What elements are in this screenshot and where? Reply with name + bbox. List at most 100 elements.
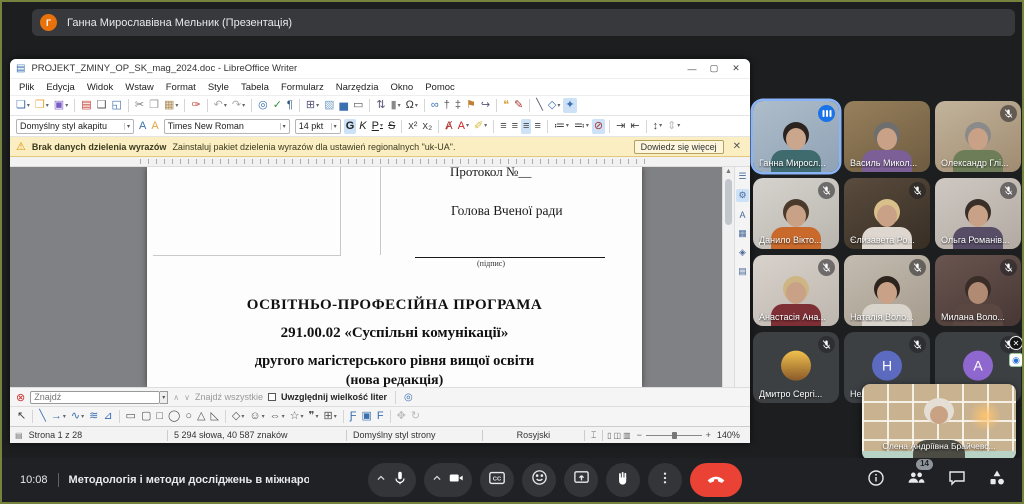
menu-plik[interactable]: Plik (14, 81, 39, 94)
zoom-out-icon[interactable]: − (637, 430, 642, 440)
line-spacing-icon[interactable]: ↕▾ (651, 119, 665, 134)
window-titlebar[interactable]: ▤ PROJEKT_ZMINY_OP_SK_mag_2024.doc - Lib… (10, 59, 750, 79)
camera-button[interactable] (424, 463, 472, 497)
save-icon[interactable]: ▣▾ (52, 98, 70, 113)
ellipse-icon[interactable]: ◯ (166, 409, 182, 424)
minimize-button[interactable]: — (684, 64, 700, 74)
navigator-deck-icon[interactable]: ◈ (736, 246, 749, 259)
subscript-icon[interactable]: x₂ (420, 119, 434, 134)
circle-icon[interactable]: ○ (183, 409, 194, 424)
frame-icon[interactable]: F (375, 409, 386, 424)
gallery-deck-icon[interactable]: ▦ (736, 227, 749, 240)
menu-widok[interactable]: Widok (82, 81, 118, 94)
participant-tile[interactable]: Олександр Глі... (935, 101, 1021, 172)
decrease-indent-icon[interactable]: ⇤ (628, 119, 641, 134)
cross-reference-icon[interactable]: ↪ (479, 98, 492, 113)
menu-edycja[interactable]: Edycja (41, 81, 80, 94)
status-wordcount[interactable]: 5 294 słowa, 40 587 znaków (168, 430, 346, 440)
participant-tile[interactable]: Наталія Воло... (844, 255, 930, 326)
menu-okno[interactable]: Okno (386, 81, 419, 94)
comment-icon[interactable]: ❝ (501, 98, 511, 113)
font-color-icon[interactable]: A▾ (456, 119, 471, 134)
menu-formularz[interactable]: Formularz (276, 81, 329, 94)
align-right-icon[interactable]: ≡ (521, 119, 531, 134)
footnote-icon[interactable]: † (442, 98, 452, 113)
show-draw-functions-icon[interactable]: ✦ (563, 98, 576, 113)
styles-deck-icon[interactable]: A (736, 208, 749, 221)
special-character-icon[interactable]: Ω▾ (404, 98, 420, 113)
clone-formatting-icon[interactable]: ✑ (189, 98, 202, 113)
find-close-icon[interactable]: ⊗ (16, 391, 25, 404)
arrow-icon[interactable]: →▾ (49, 409, 68, 424)
increase-indent-icon[interactable]: ⇥ (614, 119, 627, 134)
symbol-shapes-icon[interactable]: ☺▾ (247, 409, 266, 424)
rotate-icon[interactable]: ↻ (409, 409, 422, 424)
square-icon[interactable]: □ (154, 409, 165, 424)
clear-formatting-icon[interactable]: Ⱥ (443, 119, 454, 134)
align-justify-icon[interactable]: ≡ (532, 119, 542, 134)
find-input[interactable] (30, 391, 160, 404)
strikethrough-icon[interactable]: S (386, 119, 397, 134)
track-changes-icon[interactable]: ✎ (512, 98, 525, 113)
floating-participant-tile[interactable]: Олена Андріївна Брайчевс... (862, 384, 1016, 460)
document-area[interactable]: Протокол №__ Голова Вченої ради (підпис)… (10, 167, 750, 387)
chevron-up-icon[interactable] (374, 471, 388, 490)
superscript-icon[interactable]: x² (406, 119, 419, 134)
infobar-close-icon[interactable]: ✕ (730, 141, 744, 152)
right-triangle-icon[interactable]: ◺ (208, 409, 220, 424)
find-history-dropdown[interactable]: ▾ (160, 391, 168, 404)
end-call-button[interactable] (690, 463, 742, 497)
basic-shapes-icon[interactable]: ◇▾ (546, 98, 562, 113)
selection-mode-icon[interactable]: ⌶ (585, 430, 602, 441)
sidebar-settings-icon[interactable]: ☰ (736, 170, 749, 183)
numbered-list-icon[interactable]: ≕▾ (572, 119, 591, 134)
raise-hand-button[interactable] (606, 463, 640, 497)
participant-tile[interactable]: Милана Воло... (935, 255, 1021, 326)
insert-field-icon[interactable]: ▮▾ (389, 98, 403, 113)
block-arrows-icon[interactable]: ⇔▾ (268, 409, 287, 424)
chat-button[interactable] (948, 469, 966, 492)
insert-line-icon[interactable]: ╲ (534, 98, 545, 113)
find-and-replace-icon[interactable]: ◎ (256, 98, 270, 113)
match-case-checkbox[interactable] (268, 393, 276, 401)
select-icon[interactable]: ↖ (15, 409, 28, 424)
menu-tabela[interactable]: Tabela (236, 81, 274, 94)
spellcheck-icon[interactable]: ✓ (271, 98, 284, 113)
reactions-button[interactable] (522, 463, 556, 497)
copy-icon[interactable]: ❐ (147, 98, 161, 113)
menu-format[interactable]: Format (161, 81, 201, 94)
bullet-list-icon[interactable]: ≔▾ (552, 119, 571, 134)
find-previous-icon[interactable]: ∧ (173, 393, 179, 402)
print-icon[interactable]: ❑ (95, 98, 109, 113)
insert-text-box-icon[interactable]: ▭ (351, 98, 365, 113)
edit-points-icon[interactable]: ✥ (395, 409, 408, 424)
rounded-rectangle-icon[interactable]: ▢ (139, 409, 153, 424)
participant-tile[interactable]: Ганна Миросл... (753, 101, 839, 172)
status-language[interactable]: Rosyjski (483, 430, 584, 440)
basic-shapes-icon[interactable]: ◇▾ (230, 409, 246, 424)
underline-icon[interactable]: P▾ (370, 119, 385, 134)
align-center-icon[interactable]: ≡ (510, 119, 520, 134)
print-preview-icon[interactable]: ◱ (109, 98, 123, 113)
participant-tile[interactable]: Данило Вікто... (753, 178, 839, 249)
zoom-level[interactable]: 140% (711, 430, 745, 440)
participant-tile[interactable]: Василь Микол... (844, 101, 930, 172)
properties-deck-icon[interactable]: ⚙ (736, 189, 749, 202)
page-deck-icon[interactable]: ▤ (736, 265, 749, 278)
insert-chart-icon[interactable]: ▅ (337, 98, 349, 113)
new-document-icon[interactable]: ❏▾ (14, 98, 32, 113)
paragraph-style-combo[interactable]: Domyślny styl akapitu▾ (16, 119, 134, 134)
zoom-slider[interactable] (646, 435, 702, 436)
undo-icon[interactable]: ↶▾ (212, 98, 229, 113)
endnote-icon[interactable]: ‡ (453, 98, 463, 113)
find-all-button[interactable]: Znajdź wszystkie (195, 392, 263, 402)
polygon-icon[interactable]: ⊿ (101, 409, 114, 424)
new-style-icon[interactable]: A (149, 119, 160, 134)
captions-button[interactable]: CC (480, 463, 514, 497)
status-page-style[interactable]: Domyślny styl strony (347, 430, 482, 440)
freeform-icon[interactable]: ≋ (87, 409, 100, 424)
overlay-close-icon[interactable]: ✕ (1009, 336, 1023, 350)
fontwork-icon[interactable]: Ƒ (348, 409, 359, 424)
italic-icon[interactable]: K (357, 119, 368, 134)
line-icon[interactable]: ╲ (37, 409, 48, 424)
